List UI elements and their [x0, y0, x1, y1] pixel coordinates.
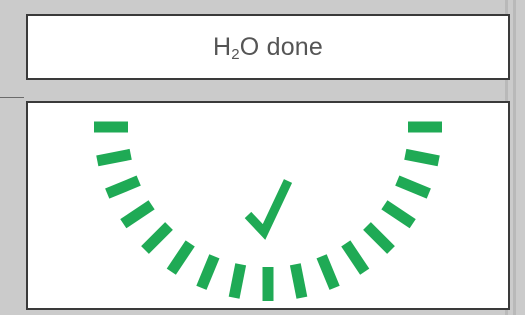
gauge-segment [341, 240, 370, 275]
divider-line [0, 97, 24, 98]
gauge-segment [395, 175, 431, 199]
gauge-segment [363, 222, 395, 254]
frame-stripe [513, 0, 516, 315]
gauge-segment [381, 200, 416, 229]
formula-rest: O [239, 32, 260, 61]
gauge-segment [289, 263, 308, 299]
gauge-segment [166, 240, 195, 275]
gauge-segment [404, 148, 440, 167]
status-panel: H2O done [26, 14, 510, 80]
gauge-segment [96, 148, 132, 167]
gauge-segment [196, 254, 220, 290]
status-word: done [266, 32, 324, 61]
checkmark-icon [244, 179, 293, 240]
gauge-segment [105, 175, 141, 199]
formula-subscript: 2 [231, 45, 240, 63]
gauge-segment [141, 222, 173, 254]
gauge-segment [120, 200, 155, 229]
gauge-segment [228, 263, 247, 299]
status-text: H2O done [213, 33, 323, 62]
semicircle-progress-gauge [94, 121, 442, 301]
formula-main: H [212, 32, 232, 61]
progress-indicator-panel [26, 101, 510, 310]
gauge-segment [316, 254, 340, 290]
